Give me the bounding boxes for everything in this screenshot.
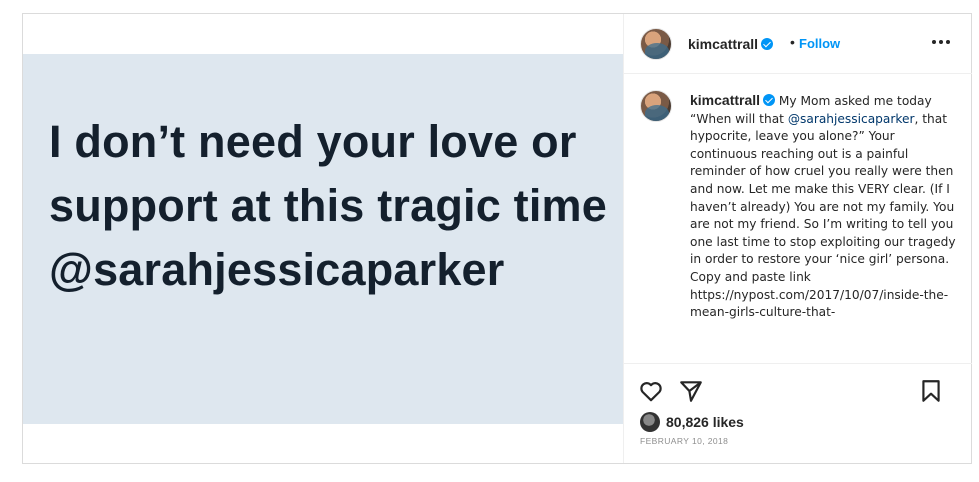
verified-badge-icon (761, 38, 774, 50)
caption-author-avatar[interactable] (640, 90, 672, 122)
caption-username[interactable]: kimcattrall (690, 92, 776, 108)
caption-text-part2: , that hypocrite, leave you alone?” Your… (690, 111, 956, 320)
more-dot (932, 40, 936, 44)
caption-username-text[interactable]: kimcattrall (690, 92, 760, 108)
follow-button[interactable]: Follow (799, 36, 840, 51)
separator-dot: • (790, 34, 795, 50)
quote-image: I don’t need your love or support at thi… (23, 54, 623, 424)
likes-row[interactable]: 80,826 likes (640, 411, 744, 433)
verified-badge-icon (763, 94, 776, 106)
post-header: kimcattrall • Follow (624, 14, 972, 74)
bookmark-icon[interactable] (918, 378, 944, 404)
author-avatar[interactable] (640, 28, 672, 60)
post-date[interactable]: FEBRUARY 10, 2018 (640, 436, 728, 446)
action-bar (624, 374, 972, 410)
heart-icon[interactable] (638, 378, 664, 404)
more-options-icon[interactable] (932, 40, 950, 44)
post-media[interactable]: I don’t need your love or support at thi… (23, 14, 623, 463)
post-sidebar: kimcattrall • Follow kimcattrall My Mom … (623, 14, 972, 463)
comments-section[interactable]: kimcattrall My Mom asked me today “When … (624, 74, 972, 364)
post-caption: kimcattrall My Mom asked me today “When … (690, 92, 956, 322)
author-username-text[interactable]: kimcattrall (688, 36, 758, 52)
author-username[interactable]: kimcattrall (688, 36, 774, 52)
paper-plane-icon[interactable] (678, 378, 704, 404)
quote-text: I don’t need your love or support at thi… (49, 116, 607, 295)
likes-count[interactable]: 80,826 likes (666, 414, 744, 430)
caption-mention-link[interactable]: @sarahjessicaparker (788, 112, 915, 126)
instagram-post: I don’t need your love or support at thi… (22, 13, 972, 464)
more-dot (939, 40, 943, 44)
more-dot (946, 40, 950, 44)
liker-avatar (640, 412, 660, 432)
